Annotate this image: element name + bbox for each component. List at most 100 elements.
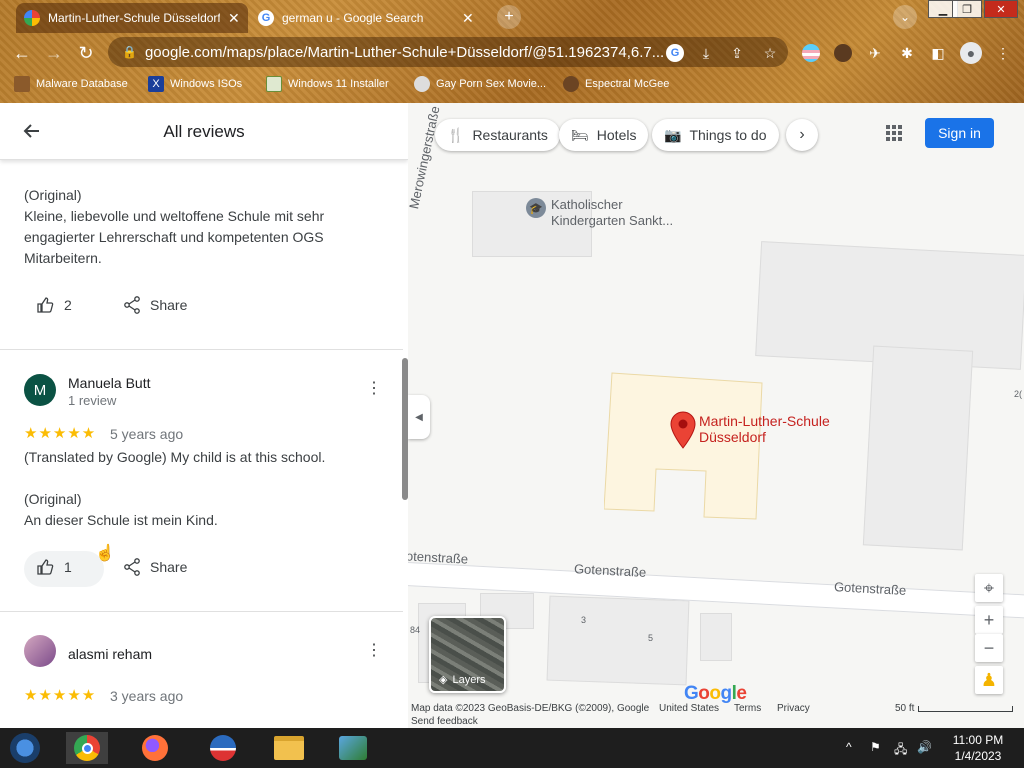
scale-bar — [918, 706, 1013, 712]
bookmark-windows-11-installer[interactable]: Windows 11 Installer — [266, 75, 389, 93]
window-close-button[interactable]: ✕ — [984, 0, 1018, 18]
like-button[interactable]: 1 — [36, 558, 72, 576]
map-canvas[interactable]: otenstraße Gotenstraße Gotenstraße Merow… — [408, 103, 1024, 728]
google-lens-icon[interactable]: G — [666, 44, 684, 62]
back-icon[interactable]: ← — [11, 42, 33, 64]
send-feedback-link[interactable]: Send feedback — [411, 716, 478, 727]
street-view-pegman-button[interactable]: ♟ — [975, 666, 1003, 694]
collapse-panel-button[interactable]: ◀ — [408, 395, 430, 439]
place-label[interactable]: Martin-Luther-Schule Düsseldorf — [699, 413, 830, 445]
bookmark-3[interactable]: Gay Porn Sex Movie... — [414, 75, 546, 93]
country-link[interactable]: United States — [659, 703, 719, 714]
bookmark-label: Gay Porn Sex Movie... — [436, 78, 547, 90]
review-age: 3 years ago — [110, 688, 184, 704]
panel-header: All reviews — [0, 103, 408, 160]
character-icon — [563, 76, 579, 92]
extension-flag-icon[interactable] — [802, 44, 820, 62]
restore-button[interactable]: ❐ — [952, 0, 982, 18]
place-label-line: Martin-Luther-Schule — [699, 413, 830, 429]
taskbar-firefox[interactable] — [134, 732, 176, 764]
bookmark-star-icon[interactable]: ☆ — [761, 44, 779, 62]
panel-title: All reviews — [163, 122, 245, 141]
review-translated-text: (Translated by Google) My child is at th… — [24, 449, 326, 465]
avatar[interactable]: M — [24, 374, 56, 406]
taskbar-chrome[interactable] — [66, 732, 108, 764]
volume-icon[interactable]: 🔊 — [917, 740, 932, 754]
bed-icon: 🛏 — [571, 126, 589, 143]
share-button[interactable]: Share — [124, 296, 187, 314]
layers-button[interactable]: ◈ Layers — [429, 616, 506, 693]
bookmark-label: Espectral McGee — [585, 78, 670, 90]
map-pin-icon[interactable] — [670, 411, 696, 449]
avatar[interactable] — [24, 635, 56, 667]
bookmark-label: Windows 11 Installer — [288, 78, 389, 90]
new-tab-button[interactable]: + — [497, 5, 521, 29]
poi-label[interactable]: Katholischer Kindergarten Sankt... — [551, 197, 673, 229]
more-options-icon[interactable]: ⋮ — [366, 643, 382, 659]
share-button[interactable]: Share — [124, 558, 187, 576]
google-apps-icon[interactable] — [886, 125, 902, 141]
system-clock[interactable]: 11:00 PM 1/4/2023 — [938, 732, 1018, 764]
forward-icon[interactable]: → — [43, 42, 65, 64]
network-icon[interactable]: 🖧 — [894, 740, 907, 761]
tab-search-dropdown-icon[interactable]: ⌄ — [893, 5, 917, 29]
profile-avatar-icon[interactable]: ● — [960, 42, 982, 64]
address-bar[interactable]: 🔒 google.com/maps/place/Martin-Luther-Sc… — [108, 37, 788, 67]
taskbar: ^ ⚑ 🖧 🔊 11:00 PM 1/4/2023 — [0, 728, 1024, 768]
show-hidden-icons-icon[interactable]: ^ — [846, 740, 852, 754]
thumbs-up-icon — [37, 559, 54, 575]
bookmark-malware-database[interactable]: Malware Database — [14, 75, 128, 93]
start-button[interactable] — [4, 732, 46, 764]
mouse-cursor-icon: ☝ — [95, 545, 115, 562]
chrome-menu-icon[interactable]: ⋮ — [994, 44, 1012, 62]
chip-things-to-do[interactable]: 📷 Things to do — [652, 119, 779, 151]
tab-title: german u - Google Search — [282, 11, 424, 25]
chips-next-button[interactable]: › — [786, 119, 818, 151]
extension-plane-icon[interactable]: ✈ — [866, 44, 884, 62]
bookmark-label: Windows ISOs — [170, 78, 243, 90]
circle-logo-icon — [210, 735, 236, 761]
taskbar-file-explorer[interactable] — [268, 732, 310, 764]
more-options-icon[interactable]: ⋮ — [366, 381, 382, 397]
reviewer-name[interactable]: alasmi reham — [68, 646, 152, 662]
my-location-button[interactable]: ⌖ — [975, 574, 1003, 602]
reviewer-name[interactable]: Manuela Butt — [68, 375, 151, 391]
zoom-out-button[interactable]: − — [975, 634, 1003, 662]
action-center-flag-icon[interactable]: ⚑ — [870, 740, 881, 754]
side-panel-icon[interactable]: ◧ — [929, 44, 947, 62]
google-logo: Google — [684, 683, 747, 704]
privacy-link[interactable]: Privacy — [777, 703, 810, 714]
extensions-puzzle-icon[interactable]: ✱ — [898, 44, 916, 62]
chip-label: Restaurants — [472, 127, 548, 143]
map-data-attribution: Map data ©2023 GeoBasis-DE/BKG (©2009), … — [411, 703, 650, 714]
reload-icon[interactable]: ↻ — [75, 42, 97, 64]
tab-search[interactable]: G german u - Google Search ✕ — [250, 3, 486, 33]
folder-icon — [274, 736, 304, 760]
zoom-in-button[interactable]: + — [975, 606, 1003, 634]
share-icon — [124, 296, 140, 314]
share-label: Share — [150, 297, 188, 313]
extension-avatar-icon[interactable] — [834, 44, 852, 62]
house-number: 84 — [410, 625, 421, 635]
clock-time: 11:00 PM — [952, 733, 1004, 747]
chip-restaurants[interactable]: 🍴 Restaurants — [435, 119, 560, 151]
sign-in-button[interactable]: Sign in — [925, 118, 994, 148]
chip-hotels[interactable]: 🛏 Hotels — [559, 119, 649, 151]
layers-label-row: ◈ Layers — [439, 673, 486, 687]
lock-icon: 🔒 — [122, 45, 137, 59]
star-rating: ★★★★★ — [24, 687, 97, 704]
install-icon[interactable]: ⤓ — [697, 44, 715, 62]
bookmark-espectral-mcgee[interactable]: Espectral McGee — [563, 75, 669, 93]
like-button[interactable]: 2 — [36, 296, 72, 314]
taskbar-network-app[interactable] — [332, 732, 374, 764]
close-icon[interactable]: ✕ — [462, 10, 474, 27]
scale-label[interactable]: 50 ft — [895, 703, 914, 714]
share-icon[interactable]: ⇪ — [728, 44, 746, 62]
bookmark-windows-isos[interactable]: X Windows ISOs — [148, 75, 242, 93]
taskbar-app-obama[interactable] — [202, 732, 244, 764]
url-text: google.com/maps/place/Martin-Luther-Schu… — [144, 43, 665, 61]
terms-link[interactable]: Terms — [734, 703, 761, 714]
school-poi-icon[interactable]: 🎓 — [526, 198, 546, 218]
tab-maps[interactable]: Martin-Luther-Schule Düsseldorf ✕ — [16, 3, 248, 33]
close-icon[interactable]: ✕ — [228, 10, 240, 27]
